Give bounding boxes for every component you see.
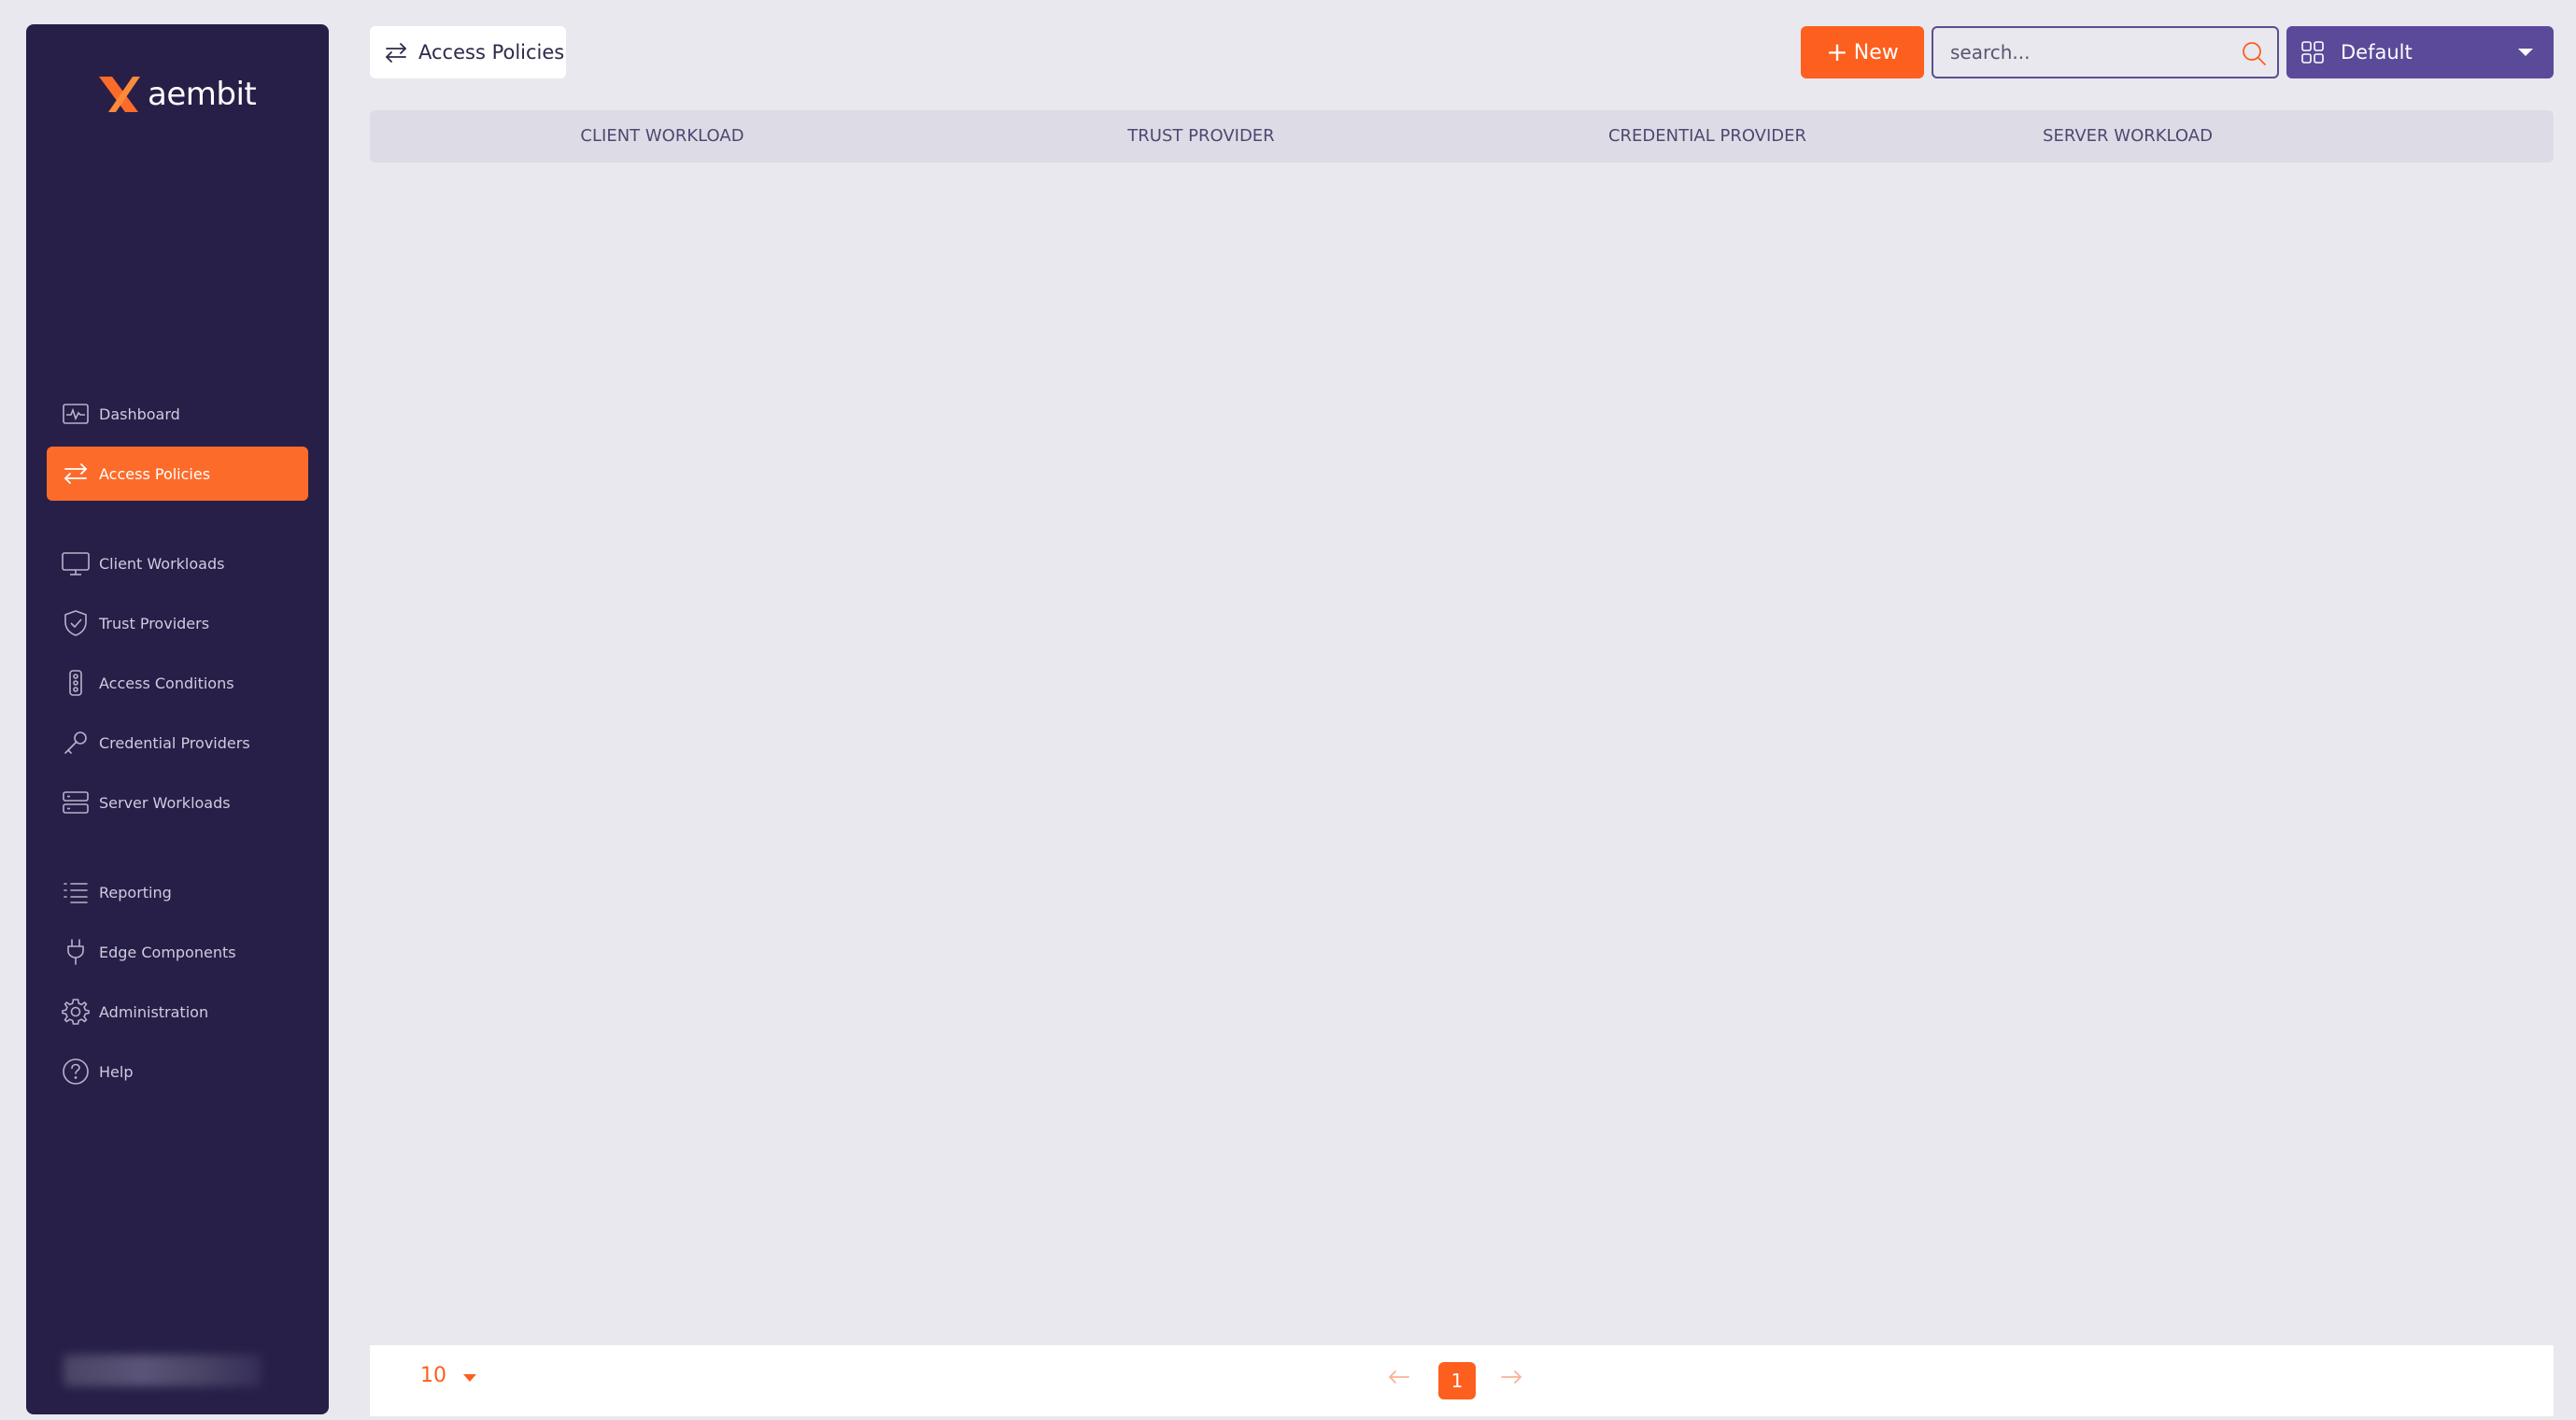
breadcrumb: Access Policies <box>370 26 566 78</box>
sidebar-item-dashboard[interactable]: Dashboard <box>47 387 308 441</box>
search-input[interactable] <box>1948 40 2223 64</box>
page-size-select[interactable]: 10 <box>420 1364 476 1387</box>
pagination-bar: 10 1 <box>370 1345 2554 1416</box>
arrow-right-icon[interactable] <box>1496 1362 1526 1392</box>
search-icon[interactable] <box>2240 39 2268 67</box>
column-header-credential-provider[interactable]: CREDENTIAL PROVIDER <box>1608 110 1806 163</box>
table-header: CLIENT WORKLOAD TRUST PROVIDER CREDENTIA… <box>370 110 2554 163</box>
sidebar-item-label: Server Workloads <box>99 793 231 812</box>
logo-text: aembit <box>148 76 257 113</box>
sidebar-item-server-workloads[interactable]: Server Workloads <box>47 775 308 830</box>
new-button-label: New <box>1853 40 1899 64</box>
page-title: Access Policies <box>418 41 565 64</box>
view-selector-value: Default <box>2341 41 2413 64</box>
list-icon <box>60 876 92 908</box>
column-header-trust-provider[interactable]: TRUST PROVIDER <box>1127 110 1274 163</box>
shield-check-icon <box>60 607 92 639</box>
sidebar-item-label: Edge Components <box>99 943 236 961</box>
page-number-current[interactable]: 1 <box>1438 1362 1476 1399</box>
arrows-exchange-icon <box>383 39 409 65</box>
column-header-server-workload[interactable]: SERVER WORKLOAD <box>2043 110 2213 163</box>
arrows-exchange-icon <box>60 458 92 490</box>
sidebar-item-client-workloads[interactable]: Client Workloads <box>47 536 308 590</box>
page-size-value: 10 <box>420 1364 446 1387</box>
sidebar-item-label: Access Policies <box>99 464 211 483</box>
sidebar-item-label: Credential Providers <box>99 733 250 752</box>
user-account-blurred[interactable] <box>64 1355 262 1386</box>
sidebar-item-credential-providers[interactable]: Credential Providers <box>47 716 308 770</box>
pulse-monitor-icon <box>60 398 92 430</box>
view-selector-dropdown[interactable]: Default <box>2286 26 2554 78</box>
sidebar-item-help[interactable]: Help <box>47 1044 308 1099</box>
sidebar-item-edge-components[interactable]: Edge Components <box>47 925 308 979</box>
sidebar-item-access-conditions[interactable]: Access Conditions <box>47 656 308 710</box>
sidebar-item-access-policies[interactable]: Access Policies <box>47 447 308 501</box>
column-header-client-workload[interactable]: CLIENT WORKLOAD <box>580 110 743 163</box>
gear-icon <box>60 996 92 1028</box>
plus-icon: + <box>1826 36 1848 67</box>
sidebar-item-trust-providers[interactable]: Trust Providers <box>47 596 308 650</box>
caret-down-icon <box>463 1373 476 1382</box>
sidebar-item-label: Client Workloads <box>99 554 225 573</box>
grid-icon <box>2300 39 2326 65</box>
sidebar: aembit Dashboard Access Policies Client … <box>26 24 329 1414</box>
chevron-down-icon <box>2518 49 2533 56</box>
sidebar-item-label: Access Conditions <box>99 674 234 692</box>
sidebar-item-label: Administration <box>99 1002 209 1021</box>
monitor-icon <box>60 547 92 579</box>
key-icon <box>60 727 92 759</box>
server-icon <box>60 787 92 818</box>
plug-icon <box>60 936 92 968</box>
search-box <box>1932 26 2279 78</box>
aembit-logo-mark-icon <box>99 77 140 112</box>
sidebar-item-label: Help <box>99 1062 134 1081</box>
arrow-left-icon[interactable] <box>1384 1362 1414 1392</box>
question-circle-icon <box>60 1056 92 1087</box>
new-button[interactable]: + New <box>1801 26 1924 78</box>
sidebar-item-administration[interactable]: Administration <box>47 985 308 1039</box>
sidebar-item-label: Reporting <box>99 883 172 902</box>
traffic-light-icon <box>60 667 92 699</box>
aembit-logo[interactable]: aembit <box>95 73 257 116</box>
sidebar-item-label: Dashboard <box>99 405 180 423</box>
sidebar-item-label: Trust Providers <box>99 614 210 632</box>
sidebar-item-reporting[interactable]: Reporting <box>47 865 308 919</box>
